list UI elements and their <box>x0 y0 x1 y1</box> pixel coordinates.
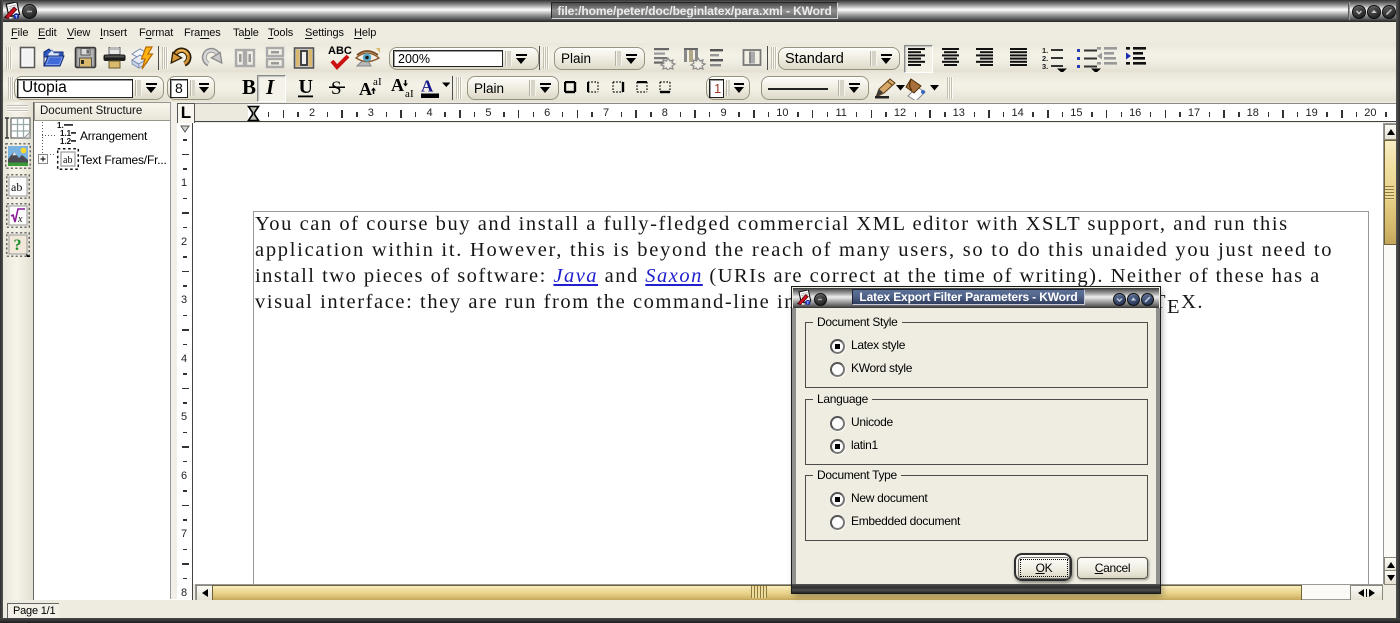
svg-text:?: ? <box>14 237 22 254</box>
svg-text:I: I <box>265 75 275 99</box>
svg-text:ABC: ABC <box>328 45 352 57</box>
svg-text:1.2: 1.2 <box>60 137 72 145</box>
svg-text:A: A <box>421 77 434 96</box>
svg-text:U: U <box>299 76 313 98</box>
svg-text:I: I <box>410 88 414 99</box>
svg-text:A: A <box>359 79 372 99</box>
svg-text:ab: ab <box>63 155 72 166</box>
svg-text:I: I <box>378 76 382 88</box>
svg-text:3.: 3. <box>1042 62 1048 71</box>
svg-text:ab: ab <box>11 180 22 194</box>
svg-text:x: x <box>17 214 23 225</box>
svg-text:B: B <box>242 75 256 99</box>
svg-text:A: A <box>391 75 404 95</box>
svg-text:S: S <box>331 78 342 99</box>
